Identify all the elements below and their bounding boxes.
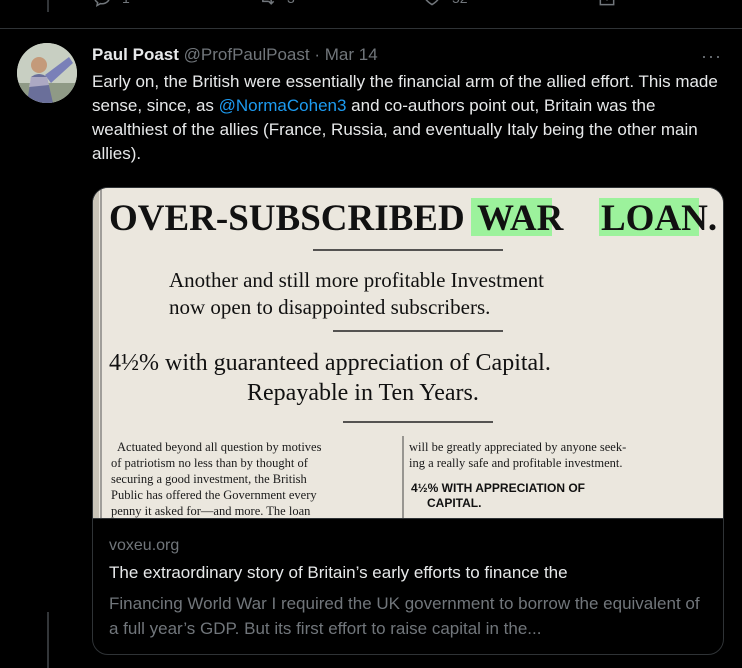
link-card[interactable]: OVER-SUBSCRIBED WAR LOAN. Another and st… — [92, 187, 724, 655]
reply-button[interactable]: 1 — [92, 0, 130, 8]
card-title: The extraordinary story of Britain’s ear… — [109, 563, 568, 582]
card-domain: voxeu.org — [109, 537, 180, 554]
subhead-line-2: now open to disappointed subscribers. — [169, 295, 490, 319]
like-button[interactable]: 52 — [422, 0, 468, 8]
reply-icon — [94, 0, 110, 7]
headline-prefix: OVER-SUBSCRIBED — [109, 198, 465, 239]
retweet-button[interactable]: 3 — [257, 0, 295, 8]
tweet-divider — [0, 28, 742, 29]
tweet-header: Paul Poast @ProfPaulPoast · Mar 14 — [92, 44, 378, 66]
headline-loan: LOAN. — [601, 198, 717, 239]
header-separator: · — [314, 45, 320, 64]
retweet-count: 3 — [287, 0, 295, 6]
col2-line-1: will be greatly appreciated by anyone se… — [409, 440, 626, 454]
reply-count: 1 — [122, 0, 130, 6]
subhead-line-1: Another and still more profitable Invest… — [169, 268, 544, 292]
col2-heading-1: 4½% WITH APPRECIATION OF — [411, 481, 585, 495]
col2-heading-2: CAPITAL. — [427, 496, 481, 510]
repay-line: Repayable in Ten Years. — [247, 380, 479, 406]
tweet-text: Early on, the British were essentially t… — [92, 70, 732, 166]
thread-line-bottom — [47, 612, 49, 668]
retweet-icon — [262, 0, 275, 5]
author-name[interactable]: Paul Poast — [92, 45, 179, 64]
share-button[interactable] — [597, 0, 617, 8]
col1-line-4: Public has offered the Government every — [111, 488, 317, 502]
col1-line-5: penny it asked for—and more. The loan — [111, 504, 311, 518]
like-count: 52 — [452, 0, 468, 6]
card-meta: voxeu.org The extraordinary story of Bri… — [93, 518, 723, 654]
heart-icon — [425, 0, 439, 6]
thread-line-top — [47, 0, 49, 12]
author-avatar[interactable] — [17, 43, 77, 103]
card-image: OVER-SUBSCRIBED WAR LOAN. Another and st… — [93, 188, 723, 518]
col1-line-1: Actuated beyond all question by motives — [117, 440, 322, 454]
col2-line-2: ing a really safe and profitable investm… — [409, 456, 622, 470]
rate-line: 4½% with guaranteed appreciation of Capi… — [109, 350, 551, 376]
newspaper-clipping: OVER-SUBSCRIBED WAR LOAN. Another and st… — [93, 188, 723, 518]
col1-line-2: of patriotism no less than by thought of — [111, 456, 309, 470]
tweet-date[interactable]: Mar 14 — [325, 45, 378, 64]
previous-tweet-actions: 1 3 52 — [92, 0, 632, 14]
more-options-button[interactable]: ··· — [701, 46, 722, 67]
card-description: Financing World War I required the UK go… — [109, 594, 700, 638]
author-handle[interactable]: @ProfPaulPoast — [184, 45, 310, 64]
share-icon — [599, 0, 615, 6]
avatar-photo — [17, 43, 77, 103]
headline-war: WAR — [477, 198, 565, 239]
mention-link[interactable]: @NormaCohen3 — [219, 96, 347, 115]
col1-line-3: securing a good investment, the British — [111, 472, 308, 486]
